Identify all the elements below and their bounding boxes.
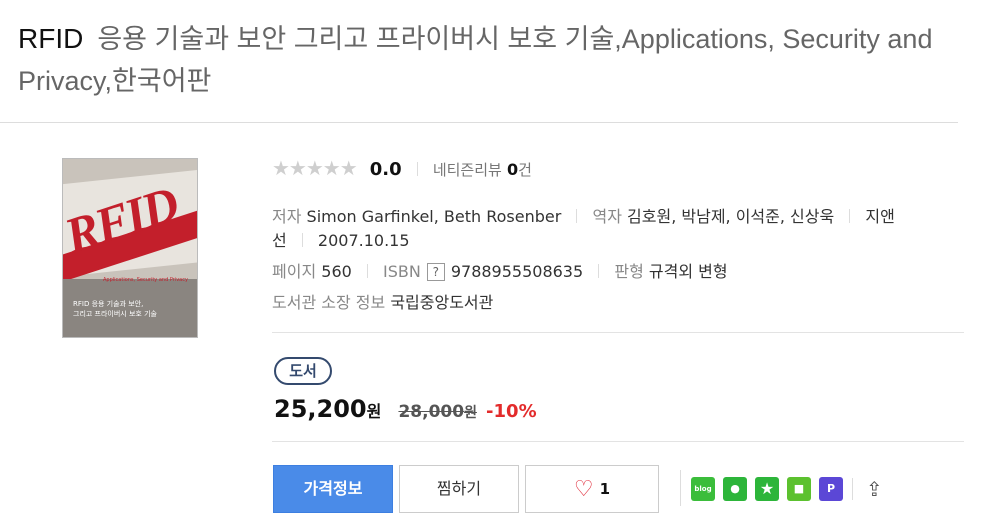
original-price-unit: 원: [464, 405, 477, 421]
divider: [598, 264, 600, 278]
publish-date: 2007.10.15: [317, 231, 410, 250]
isbn-value: 9788955508635: [450, 262, 584, 281]
divider: [576, 209, 578, 223]
like-button[interactable]: ♡ 1: [525, 465, 659, 513]
author-row: 저자 Simon Garfinkel, Beth Rosenber 역자 김호원…: [272, 203, 895, 227]
isbn-label: ISBN: [383, 262, 421, 281]
library-value[interactable]: 국립중앙도서관: [390, 293, 493, 312]
translator-label: 역자: [592, 207, 622, 226]
heart-icon: ♡: [573, 477, 594, 502]
title-divider: [0, 122, 958, 123]
naver-cafe-share-icon[interactable]: ●: [723, 477, 747, 501]
rating-row: ★★★★★ 0.0 네티즌리뷰 0건: [272, 156, 532, 180]
naver-memo-share-icon[interactable]: ■: [787, 477, 811, 501]
cover-caption-line2: 그리고 프라이버시 보호 기술: [73, 310, 157, 318]
divider: [680, 470, 681, 506]
author-value: Simon Garfinkel, Beth Rosenber: [306, 207, 562, 226]
author-label: 저자: [272, 207, 302, 226]
date-row: 선 2007.10.15: [272, 227, 410, 251]
publisher-value-part2: 선: [272, 231, 287, 250]
title-rest: 응용 기술과 보안 그리고 프라이버시 보호 기술,Applications, …: [18, 24, 933, 96]
review-label[interactable]: 네티즌리뷰: [433, 161, 502, 179]
translator-value: 김호원, 박남제, 이석준, 신상욱: [627, 207, 835, 226]
book-title: RFID 응용 기술과 보안 그리고 프라이버시 보호 기술,Applicatio…: [18, 18, 968, 102]
isbn-help-icon[interactable]: ?: [426, 263, 445, 281]
like-count: 1: [599, 480, 611, 498]
price-row: 25,200원 28,000원 -10%: [274, 395, 537, 423]
price-info-button[interactable]: 가격정보: [273, 465, 393, 513]
share-icon[interactable]: ⇪: [866, 477, 883, 501]
book-cover-image[interactable]: RFID Applications, Security and Privacy …: [62, 158, 198, 338]
pages-value: 560: [321, 262, 352, 281]
cover-subtitle: Applications, Security and Privacy: [103, 277, 188, 283]
pages-label: 페이지: [272, 262, 317, 281]
divider: [416, 162, 418, 176]
naver-post-share-icon[interactable]: P: [819, 477, 843, 501]
section-divider: [272, 441, 964, 442]
original-price: 28,000: [398, 402, 465, 422]
format-value: 규격외 변형: [648, 262, 728, 281]
sale-price-unit: 원: [366, 402, 382, 421]
publisher-value-part1: 지앤: [865, 207, 895, 226]
cover-caption-line1: RFID 응용 기술과 보안,: [73, 300, 144, 308]
divider: [366, 264, 368, 278]
title-main: RFID: [18, 23, 84, 54]
divider: [849, 209, 851, 223]
library-row: 도서관 소장 정보 국립중앙도서관: [272, 289, 493, 313]
wishlist-button[interactable]: 찜하기: [399, 465, 519, 513]
pages-row: 페이지 560 ISBN? 9788955508635 판형 규격외 변형: [272, 258, 728, 282]
rating-stars-icon: ★★★★★: [272, 156, 358, 180]
section-divider: [272, 332, 964, 333]
library-label: 도서관 소장 정보: [272, 293, 386, 312]
bookmark-star-share-icon[interactable]: ★: [755, 477, 779, 501]
discount-rate: -10%: [486, 401, 537, 422]
cover-caption: RFID 응용 기술과 보안, 그리고 프라이버시 보호 기술: [73, 299, 157, 319]
review-unit: 건: [518, 161, 532, 179]
rating-score: 0.0: [369, 159, 402, 180]
review-count[interactable]: 0: [507, 160, 518, 179]
format-label: 판형: [614, 262, 644, 281]
sale-price: 25,200: [274, 395, 367, 423]
divider: [301, 233, 303, 247]
category-badge: 도서: [274, 357, 332, 385]
naver-blog-share-icon[interactable]: blog: [691, 477, 715, 501]
divider: [852, 478, 853, 500]
